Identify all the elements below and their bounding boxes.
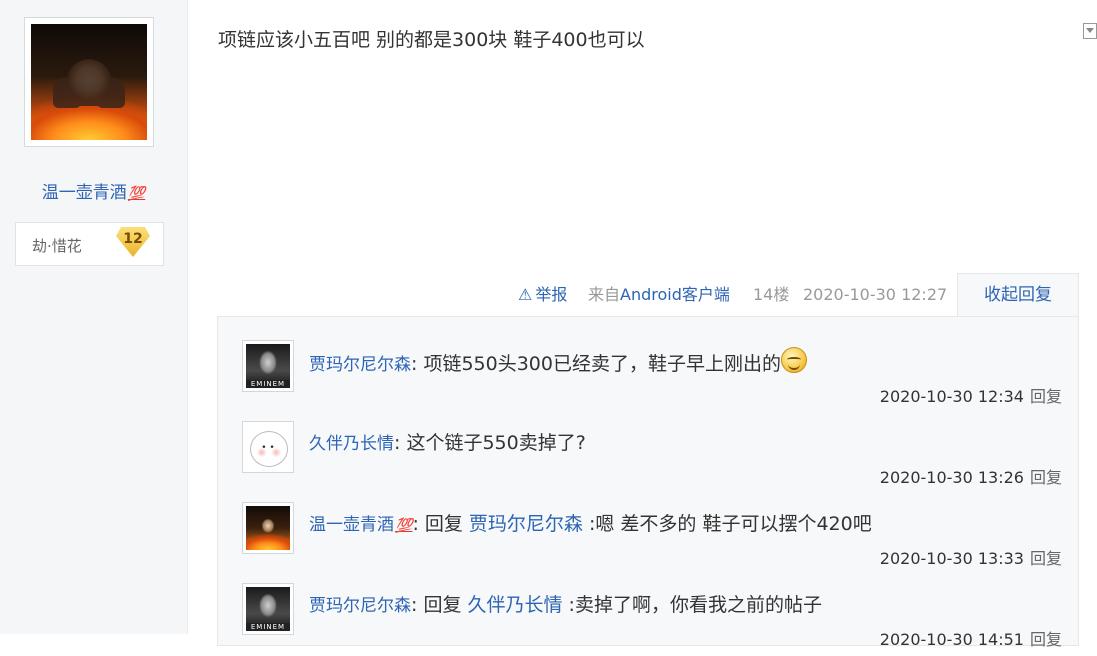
- avatar-image: [31, 24, 147, 140]
- reply-avatar[interactable]: [242, 421, 294, 473]
- author-sidebar: 温一壶青酒💯 劫·惜花 12: [0, 0, 188, 634]
- warning-icon: ⚠: [518, 285, 533, 304]
- reply-timestamp: 2020-10-30 12:34: [879, 387, 1024, 406]
- level-badge[interactable]: 劫·惜花 12: [15, 222, 164, 266]
- reply-user-link[interactable]: 贾玛尔尼尔森: [309, 355, 411, 375]
- post-timestamp: 2020-10-30 12:27: [803, 285, 948, 304]
- reply-text: 温一壶青酒💯: 回复 贾玛尔尼尔森 :嗯 差不多的 鞋子可以摆个420吧: [309, 509, 872, 536]
- reply-button[interactable]: 回复: [1030, 387, 1062, 406]
- eminem-avatar-icon: [246, 587, 290, 631]
- reply-timestamp: 2020-10-30 13:26: [879, 468, 1024, 487]
- reply-item: 贾玛尔尼尔森: 回复 久伴乃长情 :卖掉了啊，你看我之前的帖子 2020-10-…: [242, 578, 1062, 656]
- fire-avatar-icon: [246, 506, 290, 550]
- avatar-figure: [67, 60, 111, 106]
- reply-prefix: : 回复: [411, 594, 468, 616]
- reply-avatar[interactable]: [242, 502, 294, 554]
- reply-user-link[interactable]: 温一壶青酒: [309, 515, 394, 535]
- report-link[interactable]: ⚠ 举报: [518, 284, 567, 306]
- collapse-replies-button[interactable]: 收起回复: [957, 273, 1079, 317]
- author-avatar[interactable]: [24, 17, 154, 147]
- reply-button[interactable]: 回复: [1030, 468, 1062, 487]
- smiley-emoji-icon: [780, 347, 807, 373]
- reply-target-link[interactable]: 久伴乃长情: [467, 594, 562, 616]
- author-name[interactable]: 温一壶青酒💯: [0, 178, 187, 203]
- reply-text: 贾玛尔尼尔森: 项链550头300已经卖了，鞋子早上刚出的: [309, 347, 807, 376]
- reply-button[interactable]: 回复: [1030, 630, 1062, 649]
- reply-timestamp: 2020-10-30 13:33: [879, 549, 1024, 568]
- reply-item: 久伴乃长情: 这个链子550卖掉了? 2020-10-30 13:26 回复: [242, 416, 1062, 494]
- reply-avatar[interactable]: [242, 340, 294, 392]
- hundred-emoji-icon: 💯: [127, 186, 146, 202]
- reply-meta: 2020-10-30 14:51 回复: [880, 626, 1062, 650]
- reply-meta: 2020-10-30 13:26 回复: [880, 464, 1062, 488]
- reply-item: 温一壶青酒💯: 回复 贾玛尔尼尔森 :嗯 差不多的 鞋子可以摆个420吧 202…: [242, 497, 1062, 575]
- cute-avatar-icon: [246, 425, 290, 469]
- source-prefix: 来自: [588, 285, 621, 304]
- reply-meta: 2020-10-30 12:34 回复: [880, 383, 1062, 407]
- report-label[interactable]: 举报: [535, 285, 567, 304]
- hundred-emoji-icon: 💯: [395, 518, 413, 534]
- reply-prefix: : 回复: [412, 513, 469, 535]
- reply-user-link[interactable]: 贾玛尔尼尔森: [309, 596, 411, 616]
- reply-body: : 项链550头300已经卖了，鞋子早上刚出的: [411, 353, 781, 375]
- reply-list: 贾玛尔尼尔森: 项链550头300已经卖了，鞋子早上刚出的 2020-10-30…: [217, 316, 1079, 649]
- level-gem-icon: 12: [116, 227, 150, 261]
- reply-avatar[interactable]: [242, 583, 294, 635]
- reply-text: 久伴乃长情: 这个链子550卖掉了?: [309, 428, 586, 455]
- author-name-text[interactable]: 温一壶青酒: [42, 183, 127, 203]
- badge-title: 劫·惜花: [32, 237, 82, 255]
- post-content: 项链应该小五百吧 别的都是300块 鞋子400也可以: [218, 29, 645, 51]
- reply-meta: 2020-10-30 13:33 回复: [880, 545, 1062, 569]
- client-link[interactable]: Android客户端: [620, 285, 730, 304]
- floor-number: 14楼: [753, 285, 790, 304]
- reply-text: 贾玛尔尼尔森: 回复 久伴乃长情 :卖掉了啊，你看我之前的帖子: [309, 590, 822, 617]
- reply-body: :嗯 差不多的 鞋子可以摆个420吧: [582, 513, 872, 535]
- chevron-down-icon[interactable]: [1083, 23, 1097, 39]
- reply-timestamp: 2020-10-30 14:51: [879, 630, 1024, 649]
- reply-target-link[interactable]: 贾玛尔尼尔森: [469, 513, 583, 535]
- reply-body: :卖掉了啊，你看我之前的帖子: [562, 594, 822, 616]
- post-source: 来自Android客户端: [588, 284, 730, 306]
- reply-user-link[interactable]: 久伴乃长情: [309, 434, 394, 454]
- eminem-avatar-icon: [246, 344, 290, 388]
- reply-body: : 这个链子550卖掉了?: [394, 432, 586, 454]
- level-number: 12: [123, 231, 143, 247]
- reply-item: 贾玛尔尼尔森: 项链550头300已经卖了，鞋子早上刚出的 2020-10-30…: [242, 335, 1062, 413]
- reply-button[interactable]: 回复: [1030, 549, 1062, 568]
